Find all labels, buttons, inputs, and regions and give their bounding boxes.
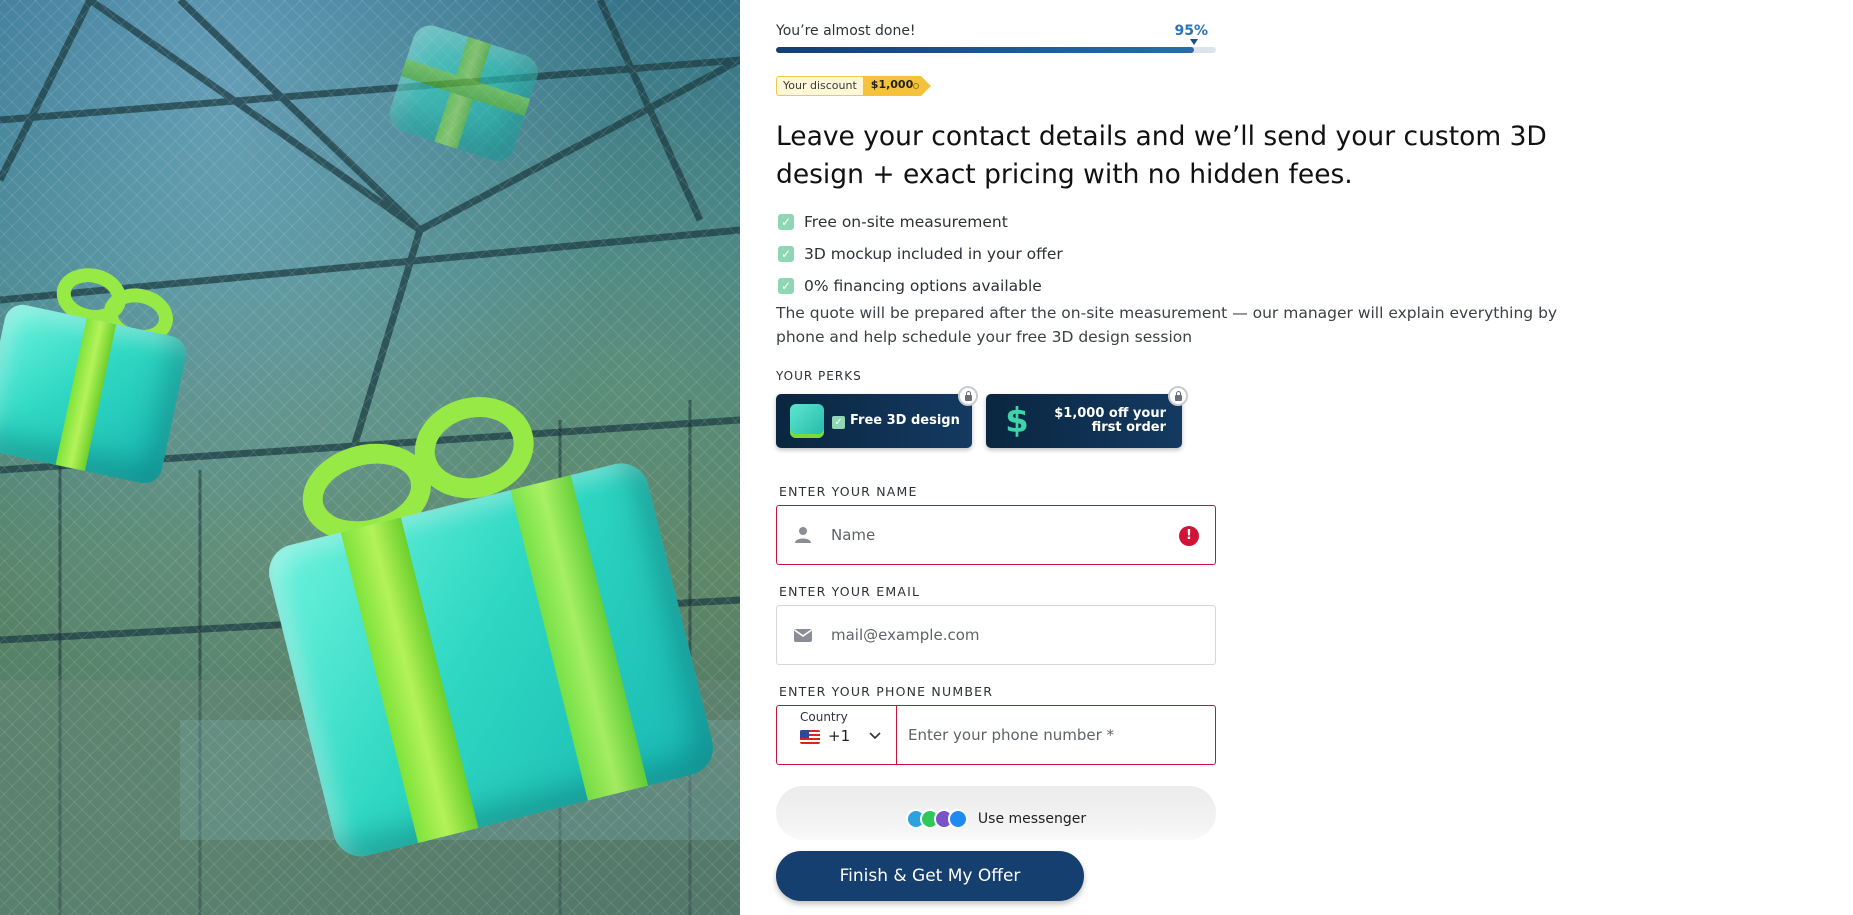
- lock-icon: [1168, 386, 1188, 406]
- mail-icon: [794, 629, 812, 642]
- use-messenger-button[interactable]: Use messenger: [776, 786, 1216, 840]
- dollar-icon: $: [1005, 401, 1029, 441]
- checkbox-icon: ✓: [778, 278, 794, 294]
- email-field[interactable]: [776, 605, 1216, 665]
- progress-bar-fill: [776, 47, 1194, 53]
- messenger-icons: [905, 809, 968, 829]
- progress-text: You’re almost done!: [776, 23, 916, 39]
- page-title: Leave your contact details and we’ll sen…: [776, 121, 1547, 190]
- quote-note: The quote will be prepared after the on-…: [776, 304, 1558, 346]
- name-input[interactable]: [831, 526, 1161, 544]
- list-item: ✓ 3D mockup included in your offer: [778, 238, 1063, 270]
- perk-label: $1,000 off your first order: [1054, 406, 1166, 435]
- country-label: Country: [800, 710, 848, 724]
- phone-label: ENTER YOUR PHONE NUMBER: [779, 684, 994, 699]
- email-input[interactable]: [831, 626, 1161, 644]
- progress-bar: [776, 47, 1216, 53]
- perk-free-3d-design[interactable]: ✓ Free 3D design: [776, 386, 978, 448]
- gift-icon: [790, 404, 824, 438]
- country-code: +1: [828, 727, 851, 745]
- name-field[interactable]: !: [776, 505, 1216, 565]
- progress-marker-icon: [1190, 39, 1198, 45]
- list-item: ✓ Free on-site measurement: [778, 206, 1063, 238]
- progress-section: You’re almost done! 95%: [776, 23, 1216, 53]
- messenger-icon: [947, 809, 968, 829]
- country-select[interactable]: Country +1: [777, 706, 897, 764]
- checkbox-icon: ✓: [778, 214, 794, 230]
- phone-field: Country +1: [776, 705, 1216, 765]
- perk-label: Free 3D design: [850, 413, 960, 428]
- perk-discount[interactable]: $ $1,000 off your first order: [986, 386, 1188, 448]
- perks-title: YOUR PERKS: [776, 369, 862, 383]
- benefit-label: 3D mockup included in your offer: [804, 245, 1063, 263]
- error-icon: !: [1179, 526, 1199, 546]
- list-item: ✓ 0% financing options available: [778, 270, 1063, 302]
- name-label: ENTER YOUR NAME: [779, 484, 918, 499]
- lock-icon: [958, 386, 978, 406]
- submit-button[interactable]: Finish & Get My Offer: [776, 851, 1084, 901]
- progress-percent: 95%: [1174, 23, 1208, 39]
- lead-form-panel: You’re almost done! 95% Your discount $1…: [776, 0, 1776, 915]
- chevron-down-icon: [868, 728, 882, 746]
- benefits-list: ✓ Free on-site measurement ✓ 3D mockup i…: [778, 206, 1063, 302]
- phone-input[interactable]: [908, 706, 1198, 764]
- messenger-label: Use messenger: [977, 811, 1087, 827]
- checkbox-icon: ✓: [832, 416, 845, 429]
- benefit-label: 0% financing options available: [804, 277, 1042, 295]
- discount-badge: Your discount $1,000: [776, 76, 932, 96]
- user-icon: [795, 527, 811, 543]
- checkbox-icon: ✓: [778, 246, 794, 262]
- hero-image: [0, 0, 740, 915]
- discount-label: Your discount: [776, 76, 863, 96]
- us-flag-icon: [800, 730, 820, 744]
- benefit-label: Free on-site measurement: [804, 213, 1008, 231]
- email-label: ENTER YOUR EMAIL: [779, 584, 921, 599]
